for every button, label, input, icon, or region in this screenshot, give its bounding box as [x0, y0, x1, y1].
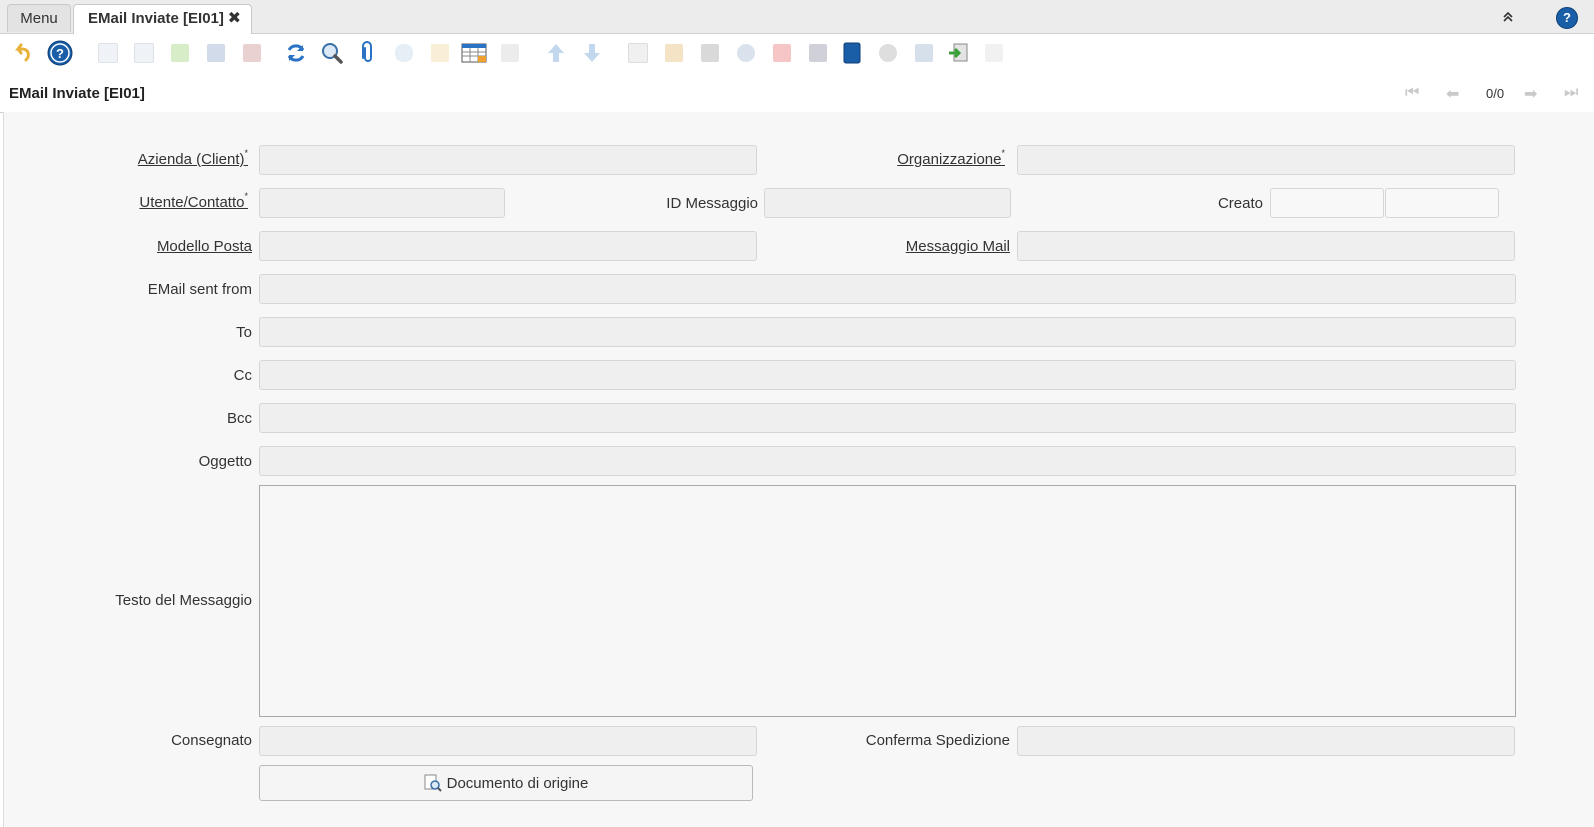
tab-email-inviate[interactable]: EMail Inviate [EI01] ✖	[73, 4, 252, 34]
undo-icon[interactable]	[10, 40, 36, 66]
report-icon[interactable]	[625, 40, 651, 66]
email-from-field[interactable]	[259, 274, 1516, 304]
source-document-button[interactable]: Documento di origine	[259, 765, 753, 801]
cc-label: Cc	[233, 367, 252, 384]
export-icon[interactable]	[911, 40, 937, 66]
cc-field[interactable]	[259, 360, 1516, 390]
mail-template-field[interactable]	[259, 231, 757, 261]
svg-text:?: ?	[56, 46, 64, 61]
to-field[interactable]	[259, 317, 1516, 347]
delivered-label: Consegnato	[171, 732, 252, 749]
message-id-field[interactable]	[764, 188, 1011, 218]
created-label: Creato	[1217, 195, 1263, 212]
user-contact-label[interactable]: Utente/Contatto*	[139, 191, 248, 211]
save-create-icon[interactable]	[239, 40, 265, 66]
close-tab-icon[interactable]: ✖	[228, 5, 241, 33]
bcc-label: Bcc	[226, 410, 252, 427]
active-workflows-icon[interactable]	[769, 40, 795, 66]
organization-label-text: Organizzazione	[897, 151, 1002, 168]
window-title: EMail Inviate [EI01]	[9, 85, 145, 102]
record-count: 0/0	[1486, 86, 1505, 101]
user-contact-field[interactable]	[259, 188, 505, 218]
import-icon[interactable]	[945, 40, 971, 66]
subject-label: Oggetto	[198, 453, 252, 470]
zoom-across-icon[interactable]	[733, 40, 759, 66]
window-title-row: EMail Inviate [EI01] ⏮ ⬅ 0/0 ➡ ⏭	[0, 74, 1594, 113]
archive-icon[interactable]	[427, 40, 453, 66]
mandatory-marker: *	[244, 191, 248, 201]
source-document-label: Documento di origine	[446, 774, 589, 792]
chat-icon[interactable]	[391, 40, 417, 66]
mail-template-label[interactable]: Modello Posta	[157, 238, 252, 255]
subject-field[interactable]	[259, 446, 1516, 476]
email-from-label: EMail sent from	[147, 281, 252, 298]
parent-record-icon[interactable]	[543, 40, 569, 66]
organization-field[interactable]	[1017, 145, 1515, 175]
bcc-field[interactable]	[259, 403, 1516, 433]
toolbar-help-icon[interactable]: ?	[47, 40, 73, 66]
archive-view-icon[interactable]	[661, 40, 687, 66]
delivery-confirm-label: Conferma Spedizione	[865, 732, 1010, 749]
help-icon[interactable]: ?	[1556, 7, 1578, 29]
requests-icon[interactable]	[805, 40, 831, 66]
message-body-textarea[interactable]	[259, 485, 1516, 717]
detail-icon[interactable]	[497, 40, 523, 66]
new-record-icon[interactable]	[95, 40, 121, 66]
grid-toggle-icon[interactable]	[461, 40, 487, 66]
mail-message-field[interactable]	[1017, 231, 1515, 261]
mandatory-marker: *	[244, 148, 248, 158]
mandatory-marker: *	[1001, 148, 1005, 158]
delivery-confirm-field[interactable]	[1017, 726, 1515, 756]
print-icon[interactable]	[697, 40, 723, 66]
created-time-field[interactable]	[1385, 188, 1499, 218]
toolbar: ?	[0, 34, 1594, 74]
zoom-document-icon	[424, 774, 442, 792]
find-icon[interactable]	[319, 40, 345, 66]
delivered-field[interactable]	[259, 726, 757, 756]
client-label[interactable]: Azienda (Client)*	[137, 148, 248, 168]
save-icon[interactable]	[203, 40, 229, 66]
last-record-icon[interactable]: ⏭	[1564, 84, 1578, 102]
mail-message-label[interactable]: Messaggio Mail	[906, 238, 1010, 255]
tab-title: EMail Inviate [EI01]	[88, 10, 224, 27]
organization-label[interactable]: Organizzazione*	[897, 148, 1005, 168]
created-date-field[interactable]	[1270, 188, 1384, 218]
message-body-label: Testo del Messaggio	[115, 592, 252, 609]
attachment-icon[interactable]	[355, 40, 381, 66]
tab-bar: Menu EMail Inviate [EI01] ✖ ?	[0, 0, 1594, 34]
message-id-label: ID Messaggio	[666, 195, 758, 212]
child-record-icon[interactable]	[579, 40, 605, 66]
collapse-header-icon[interactable]	[1498, 8, 1518, 28]
copy-record-icon[interactable]	[131, 40, 157, 66]
client-label-text: Azienda (Client)	[137, 151, 245, 168]
post-it-icon[interactable]	[981, 40, 1007, 66]
process-icon[interactable]	[875, 40, 901, 66]
product-info-icon[interactable]	[839, 40, 865, 66]
refresh-icon[interactable]	[283, 40, 309, 66]
to-label: To	[236, 324, 252, 341]
first-record-icon[interactable]: ⏮	[1405, 84, 1419, 102]
client-field[interactable]	[259, 145, 757, 175]
delete-icon[interactable]	[167, 40, 193, 66]
next-record-icon[interactable]: ➡	[1524, 84, 1537, 104]
previous-record-icon[interactable]: ⬅	[1446, 84, 1459, 104]
user-contact-label-text: Utente/Contatto	[139, 194, 245, 211]
tab-menu[interactable]: Menu	[7, 4, 71, 32]
